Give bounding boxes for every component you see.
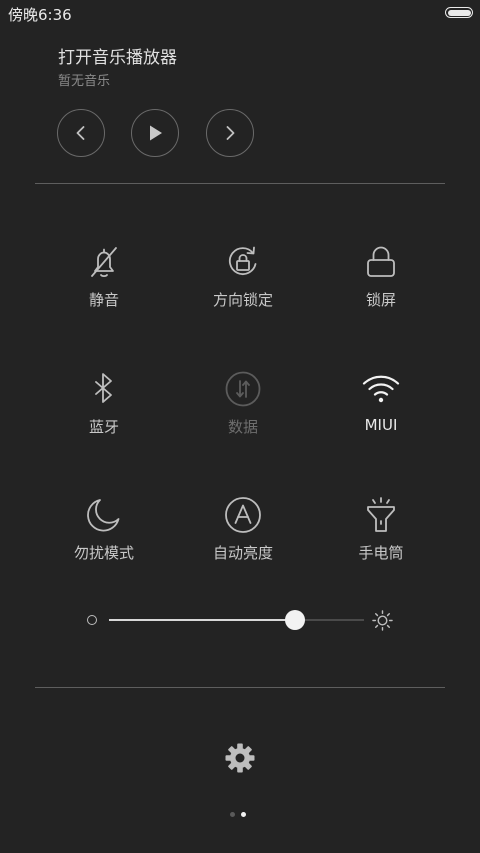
toggle-mute[interactable]: 静音 xyxy=(34,242,174,342)
bell-off-icon xyxy=(91,247,117,278)
toggle-bluetooth[interactable]: 蓝牙 xyxy=(34,369,174,469)
brightness-slider-thumb[interactable] xyxy=(285,610,306,630)
toggle-label: MIUI xyxy=(364,416,398,434)
rotation-lock-icon xyxy=(228,246,257,275)
toggle-label: 静音 xyxy=(88,291,119,309)
brightness-slider-fill xyxy=(109,619,296,621)
brightness-high-icon xyxy=(372,610,393,631)
toggle-label: 勿扰模式 xyxy=(73,544,134,562)
page-dot xyxy=(230,812,235,817)
toggle-label: 蓝牙 xyxy=(88,418,119,436)
divider-top xyxy=(35,183,445,184)
toggle-label: 自动亮度 xyxy=(212,544,273,562)
brightness-low-icon xyxy=(87,615,97,625)
auto-brightness-icon xyxy=(225,497,261,533)
status-time: 傍晚6:36 xyxy=(8,6,72,24)
toggle-lock-screen[interactable]: 锁屏 xyxy=(311,242,451,342)
moon-icon xyxy=(87,499,120,532)
toggle-auto-brightness[interactable]: 自动亮度 xyxy=(173,495,313,595)
play-icon xyxy=(150,125,162,141)
toggle-do-not-disturb[interactable]: 勿扰模式 xyxy=(34,495,174,595)
music-player-title[interactable]: 打开音乐播放器 xyxy=(58,43,177,68)
toggle-rotation-lock[interactable]: 方向锁定 xyxy=(173,242,313,342)
toggle-label: 手电筒 xyxy=(358,544,404,562)
toggle-flashlight[interactable]: 手电筒 xyxy=(311,495,451,595)
play-button[interactable] xyxy=(131,109,179,157)
settings-gear-icon[interactable] xyxy=(224,742,256,774)
toggle-wifi[interactable]: MIUI xyxy=(311,369,451,469)
battery-icon xyxy=(445,7,473,18)
page-indicator xyxy=(230,812,250,820)
brightness-slider[interactable] xyxy=(109,610,364,630)
toggle-label: 数据 xyxy=(227,418,258,436)
music-track-subtitle: 暂无音乐 xyxy=(58,74,111,89)
divider-bottom xyxy=(35,687,445,688)
toggle-label: 锁屏 xyxy=(365,291,396,309)
next-track-button[interactable] xyxy=(206,109,254,157)
lock-icon xyxy=(367,246,395,277)
status-bar: 傍晚6:36 xyxy=(0,0,480,26)
toggle-mobile-data[interactable]: 数据 xyxy=(173,369,313,469)
next-icon xyxy=(226,126,235,140)
previous-track-button[interactable] xyxy=(57,109,105,157)
page-dot-active xyxy=(241,812,246,817)
mobile-data-icon xyxy=(225,371,261,407)
brightness-control xyxy=(80,605,400,635)
toggle-label: 方向锁定 xyxy=(212,291,273,309)
wifi-icon xyxy=(362,375,400,403)
bluetooth-icon xyxy=(95,373,112,403)
flashlight-icon xyxy=(367,497,395,532)
prev-icon xyxy=(76,126,85,140)
